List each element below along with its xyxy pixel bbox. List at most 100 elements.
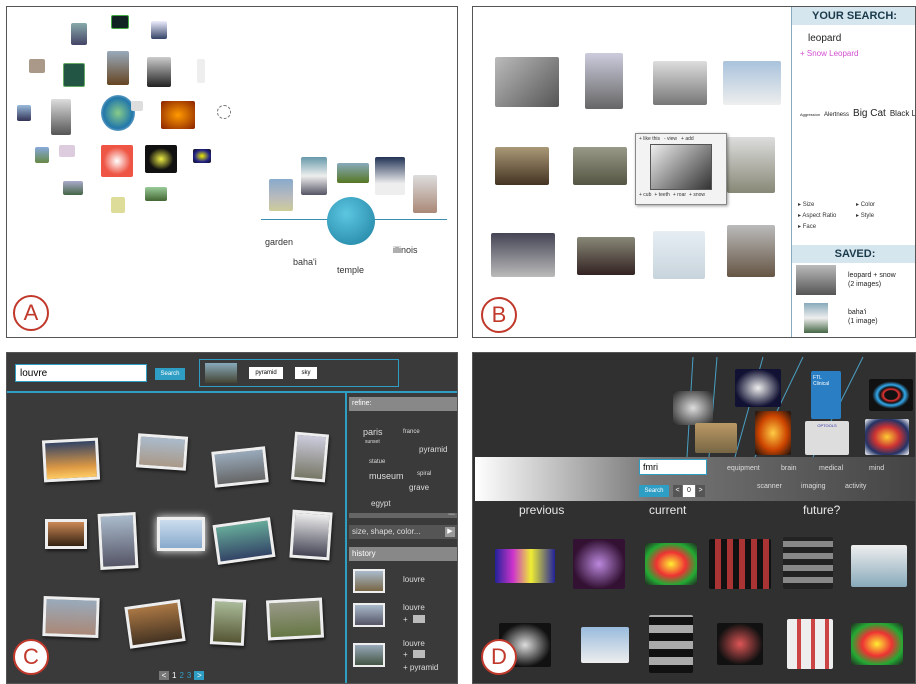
- image-thumb[interactable]: [695, 423, 737, 453]
- image-thumb[interactable]: [755, 411, 791, 455]
- image-thumb[interactable]: [59, 145, 75, 157]
- page-link-2[interactable]: 2: [179, 671, 183, 680]
- image-thumb[interactable]: [645, 543, 697, 585]
- facet-face[interactable]: ▸ Face: [798, 223, 816, 230]
- facet-color[interactable]: ▸ Color: [856, 201, 875, 208]
- image-thumb[interactable]: [573, 539, 625, 589]
- refine-term[interactable]: paris: [363, 427, 383, 437]
- photo[interactable]: [290, 431, 330, 483]
- photo[interactable]: [135, 433, 189, 471]
- photo[interactable]: [124, 599, 186, 649]
- focus-bubble[interactable]: [327, 197, 375, 245]
- image-thumb[interactable]: [673, 391, 713, 425]
- category-activity[interactable]: activity: [845, 483, 866, 490]
- image-thumb[interactable]: [131, 101, 143, 111]
- image-thumb[interactable]: [577, 237, 635, 275]
- popup-image[interactable]: [650, 144, 712, 190]
- search-button[interactable]: Search: [639, 485, 669, 497]
- image-thumb[interactable]: [585, 53, 623, 109]
- image-thumb[interactable]: [193, 149, 211, 163]
- decrement-button[interactable]: <: [673, 485, 682, 497]
- keyword-bahai[interactable]: baha'i: [293, 257, 317, 267]
- image-thumb[interactable]: [727, 225, 775, 277]
- add-action[interactable]: + add: [681, 136, 694, 142]
- image-thumb[interactable]: [63, 181, 83, 195]
- image-thumb[interactable]: [495, 147, 549, 185]
- image-thumb[interactable]: [35, 147, 49, 163]
- tag-cloud-term[interactable]: Aggression: [800, 108, 820, 121]
- image-thumb[interactable]: [71, 23, 87, 45]
- category-mind[interactable]: mind: [869, 465, 884, 472]
- image-thumb[interactable]: [29, 59, 45, 73]
- filter-dropdown[interactable]: size, shape, color... ▶: [349, 525, 457, 539]
- history-item[interactable]: louvre +: [351, 601, 457, 631]
- image-thumb[interactable]: [653, 231, 705, 279]
- image-thumb[interactable]: [723, 61, 781, 105]
- image-thumb[interactable]: [495, 549, 555, 583]
- image-thumb[interactable]: [107, 51, 129, 85]
- roar-action[interactable]: + roar: [673, 192, 686, 198]
- image-thumb[interactable]: [783, 537, 833, 589]
- photo[interactable]: [42, 596, 100, 638]
- saved-item[interactable]: leopard + snow (2 images): [796, 265, 914, 299]
- image-thumb[interactable]: [111, 15, 129, 29]
- refine-term[interactable]: spiral: [417, 471, 431, 477]
- optools-grid[interactable]: OPTOOLS: [805, 421, 849, 455]
- image-thumb[interactable]: [145, 145, 177, 173]
- image-thumb[interactable]: [653, 61, 707, 105]
- refine-term[interactable]: museum: [369, 471, 404, 481]
- image-thumb[interactable]: [865, 419, 909, 455]
- refine-term[interactable]: grave: [409, 483, 429, 492]
- image-thumb[interactable]: [101, 95, 135, 131]
- image-thumb[interactable]: [51, 99, 71, 135]
- chip-sky[interactable]: sky: [295, 367, 317, 379]
- photo[interactable]: [212, 517, 276, 565]
- image-thumb[interactable]: [17, 105, 31, 121]
- search-input[interactable]: [15, 364, 147, 382]
- facet-size[interactable]: ▸ Size: [798, 201, 814, 208]
- photo[interactable]: [97, 512, 139, 570]
- facet-style[interactable]: ▸ Style: [856, 212, 874, 219]
- image-thumb[interactable]: [147, 57, 171, 87]
- cub-action[interactable]: + cub: [639, 192, 651, 198]
- image-thumb[interactable]: [375, 157, 405, 195]
- query-term[interactable]: leopard: [808, 33, 841, 44]
- teeth-action[interactable]: + teeth: [654, 192, 669, 198]
- facet-aspect-ratio[interactable]: ▸ Aspect Ratio: [798, 212, 836, 219]
- image-thumb[interactable]: [111, 197, 125, 213]
- image-thumb[interactable]: [337, 163, 369, 183]
- image-thumb[interactable]: [573, 147, 627, 185]
- refine-term[interactable]: sunset: [365, 439, 380, 445]
- photo[interactable]: [211, 446, 269, 488]
- category-brain[interactable]: brain: [781, 465, 797, 472]
- chip-thumb[interactable]: [205, 363, 237, 383]
- image-thumb[interactable]: [735, 369, 781, 407]
- category-scanner[interactable]: scanner: [757, 483, 782, 490]
- image-thumb[interactable]: [851, 623, 903, 665]
- image-thumb[interactable]: [145, 187, 167, 201]
- chip-pyramid[interactable]: pyramid: [249, 367, 283, 379]
- photo[interactable]: [41, 437, 101, 483]
- image-thumb[interactable]: [649, 615, 693, 673]
- refine-more-link[interactable]: more: [448, 512, 455, 516]
- image-thumb[interactable]: [413, 175, 437, 213]
- image-thumb[interactable]: [787, 619, 833, 669]
- tag-cloud-term[interactable]: Black Leopard: [890, 107, 915, 120]
- tag-cloud-term[interactable]: Big Cat: [853, 107, 886, 120]
- image-thumb[interactable]: [161, 101, 195, 129]
- count-stepper[interactable]: < 0 >: [673, 485, 705, 497]
- page-link-1[interactable]: 1: [172, 671, 176, 680]
- keyword-garden[interactable]: garden: [265, 237, 293, 247]
- photo[interactable]: [209, 598, 247, 646]
- category-imaging[interactable]: imaging: [801, 483, 826, 490]
- image-thumb[interactable]: [101, 145, 133, 177]
- like-this-action[interactable]: + like this: [639, 136, 660, 142]
- keyword-temple[interactable]: temple: [337, 265, 364, 275]
- snow-action[interactable]: + snow: [689, 192, 705, 198]
- image-thumb[interactable]: [727, 137, 775, 193]
- photo[interactable]: [265, 597, 325, 641]
- prev-page-button[interactable]: <: [159, 671, 169, 680]
- increment-button[interactable]: >: [696, 485, 705, 497]
- photo[interactable]: [45, 519, 87, 549]
- book-cover[interactable]: FTL Clinical: [811, 371, 841, 419]
